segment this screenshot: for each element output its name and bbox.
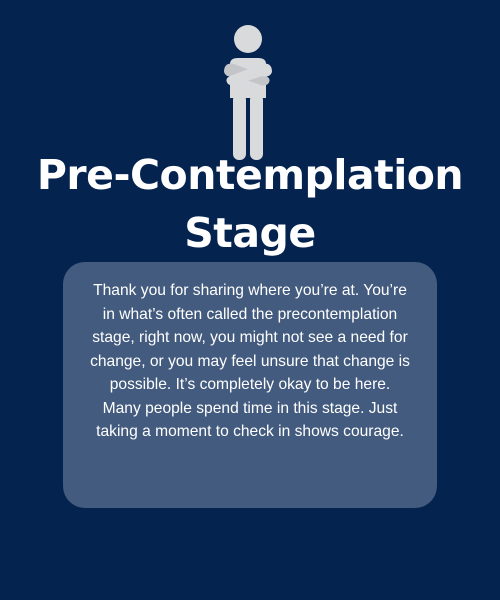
title-line-2: Stage [184,209,316,257]
message-card: Thank you for sharing where you’re at. Y… [63,262,437,508]
message-text: Thank you for sharing where you’re at. Y… [90,282,410,440]
title-line-1: Pre-Contemplation [36,151,464,199]
page-title: Pre-Contemplation Stage [0,146,500,262]
person-arms-crossed-icon [222,24,274,162]
